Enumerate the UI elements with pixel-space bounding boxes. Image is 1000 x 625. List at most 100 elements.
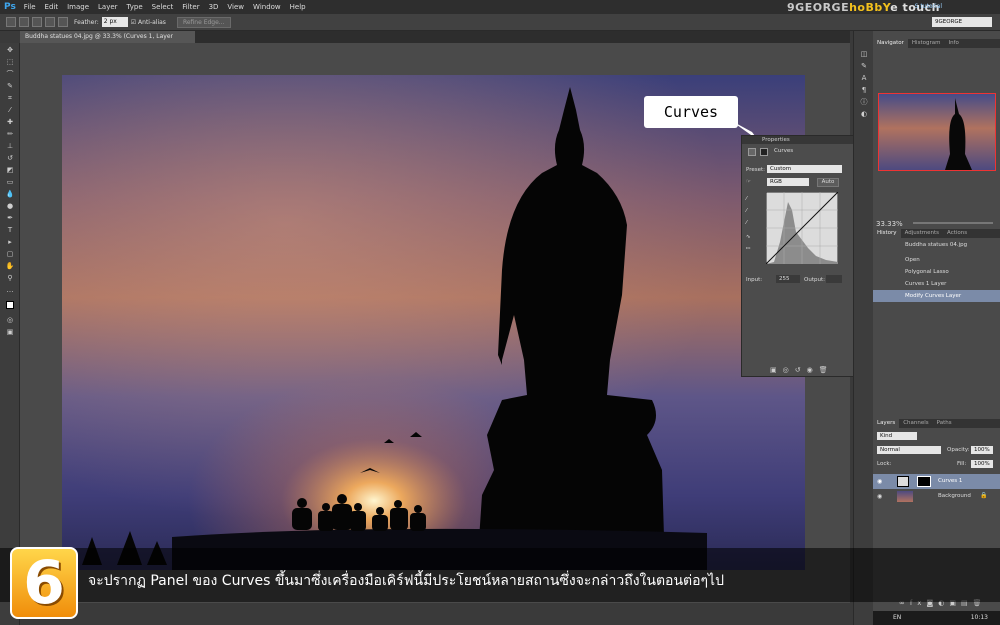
screen-mode-icon[interactable]: ▣ xyxy=(3,327,17,337)
menu-layer[interactable]: Layer xyxy=(98,3,118,11)
brush-icon[interactable]: ✎ xyxy=(857,61,871,71)
menu-help[interactable]: Help xyxy=(290,3,306,11)
zoom-tool-icon[interactable]: ⚲ xyxy=(3,273,17,283)
tab-channels[interactable]: Channels xyxy=(899,419,932,428)
blur-tool-icon[interactable]: 💧 xyxy=(3,189,17,199)
clone-stamp-icon[interactable]: ⊥ xyxy=(3,141,17,151)
navigator-zoom[interactable]: 33.33% xyxy=(876,220,903,228)
new-selection-icon[interactable] xyxy=(19,17,29,27)
channel-select[interactable]: RGB xyxy=(767,178,809,186)
visibility-eye-icon[interactable]: ◉ xyxy=(877,493,882,500)
document-tab[interactable]: Buddha statues 04.jpg @ 33.3% (Curves 1,… xyxy=(20,31,195,52)
move-tool-icon[interactable]: ✥ xyxy=(3,45,17,55)
refine-edge-button[interactable]: Refine Edge... xyxy=(176,16,231,28)
info-icon[interactable]: ⓘ xyxy=(857,97,871,107)
history-snapshot[interactable]: Buddha statues 04.jpg xyxy=(873,239,1000,251)
lasso-tool-icon[interactable] xyxy=(6,17,16,27)
opacity-input[interactable]: 100% xyxy=(971,446,993,454)
tab-info[interactable]: Info xyxy=(944,39,962,48)
dodge-tool-icon[interactable]: ● xyxy=(3,201,17,211)
visibility-eye-icon[interactable]: ◉ xyxy=(877,478,882,485)
menu-filter[interactable]: Filter xyxy=(182,3,199,11)
right-panels: Navigator Histogram Info 33.33% History … xyxy=(873,31,1000,625)
layers-tabs: Layers Channels Paths xyxy=(873,419,1000,428)
tab-layers[interactable]: Layers xyxy=(873,419,900,428)
sample-gray-icon[interactable]: ⁄ xyxy=(746,208,747,214)
workspace-select[interactable]: 9GEORGE xyxy=(932,17,992,27)
paragraph-icon[interactable]: ¶ xyxy=(857,85,871,95)
kind-filter[interactable]: Kind xyxy=(877,432,917,440)
intersect-selection-icon[interactable] xyxy=(58,17,68,27)
curve-point-icon[interactable]: ∿ xyxy=(746,234,751,240)
feather-input[interactable]: 2 px xyxy=(101,17,128,27)
adjustments-icon[interactable]: ◐ xyxy=(857,109,871,119)
tab-histogram[interactable]: Histogram xyxy=(908,39,945,48)
color-swatches-icon[interactable] xyxy=(3,297,17,313)
properties-footer-icons[interactable]: ▣◎↺◉🗑 xyxy=(770,366,834,374)
history-item[interactable]: Polygonal Lasso xyxy=(873,266,1000,278)
layer-mask-thumbnail[interactable] xyxy=(917,476,931,487)
layer-mask-icon[interactable] xyxy=(760,148,768,156)
curves-callout: Curves xyxy=(644,96,738,128)
auto-button[interactable]: Auto xyxy=(817,178,839,187)
sample-white-icon[interactable]: ⁄ xyxy=(746,220,747,226)
tab-history[interactable]: History xyxy=(873,229,901,238)
menu-file[interactable]: File xyxy=(24,3,36,11)
curves-graph[interactable] xyxy=(766,192,838,264)
preset-select[interactable]: Custom xyxy=(767,165,842,173)
input-value[interactable]: 255 xyxy=(776,275,800,283)
history-item[interactable]: Curves 1 Layer xyxy=(873,278,1000,290)
type-tool-icon[interactable]: T xyxy=(3,225,17,235)
quick-mask-icon[interactable]: ◎ xyxy=(3,315,17,325)
pencil-draw-icon[interactable]: ✏ xyxy=(746,246,751,252)
menu-type[interactable]: Type xyxy=(127,3,143,11)
subtract-selection-icon[interactable] xyxy=(45,17,55,27)
menu-edit[interactable]: Edit xyxy=(45,3,59,11)
crop-tool-icon[interactable]: ⌗ xyxy=(3,93,17,103)
curves-adjustment-icon xyxy=(748,148,756,156)
brush-tool-icon[interactable]: ✏ xyxy=(3,129,17,139)
document-canvas[interactable] xyxy=(62,75,805,570)
opacity-label: Opacity: xyxy=(947,447,970,453)
properties-title: Properties xyxy=(742,136,853,144)
lasso-tool-icon[interactable]: ⌒ xyxy=(3,69,17,79)
history-item[interactable]: Open xyxy=(873,254,1000,266)
add-selection-icon[interactable] xyxy=(32,17,42,27)
character-icon[interactable]: A xyxy=(857,73,871,83)
tab-adjustments[interactable]: Adjustments xyxy=(901,229,943,238)
menu-view[interactable]: View xyxy=(227,3,244,11)
quick-select-icon[interactable]: ✎ xyxy=(3,81,17,91)
sample-black-icon[interactable]: ⁄ xyxy=(746,196,747,202)
pen-tool-icon[interactable]: ✒ xyxy=(3,213,17,223)
shape-tool-icon[interactable]: ▢ xyxy=(3,249,17,259)
tab-actions[interactable]: Actions xyxy=(943,229,971,238)
menu-3d[interactable]: 3D xyxy=(209,3,219,11)
step-number-badge: 6 xyxy=(10,547,78,619)
on-image-adjust-icon[interactable]: ☞ xyxy=(746,179,756,185)
menu-image[interactable]: Image xyxy=(67,3,89,11)
blend-mode-select[interactable]: Normal xyxy=(877,446,941,454)
eraser-icon[interactable]: ◩ xyxy=(3,165,17,175)
zoom-slider[interactable] xyxy=(913,222,993,224)
menu-select[interactable]: Select xyxy=(152,3,174,11)
output-value[interactable] xyxy=(826,275,842,283)
path-select-icon[interactable]: ▸ xyxy=(3,237,17,247)
gradient-icon[interactable]: ▭ xyxy=(3,177,17,187)
healing-brush-icon[interactable]: ✚ xyxy=(3,117,17,127)
tab-navigator[interactable]: Navigator xyxy=(873,39,908,48)
more-tools-icon[interactable]: … xyxy=(3,285,17,295)
history-item-selected[interactable]: Modify Curves Layer xyxy=(873,290,1000,302)
marquee-tool-icon[interactable]: ⬚ xyxy=(3,57,17,67)
history-brush-icon[interactable]: ↺ xyxy=(3,153,17,163)
antialias-checkbox[interactable]: ☑ Anti-alias xyxy=(131,19,166,26)
tab-paths[interactable]: Paths xyxy=(933,419,956,428)
history-icon[interactable]: ◫ xyxy=(857,49,871,59)
eyedropper-icon[interactable]: ⁄ xyxy=(3,105,17,115)
menu-window[interactable]: Window xyxy=(253,3,281,11)
panel-icon-strip: ◫ ✎ A ¶ ⓘ ◐ xyxy=(853,31,873,625)
navigator-thumbnail[interactable] xyxy=(878,93,996,171)
language-indicator[interactable]: EN xyxy=(893,614,901,621)
hand-tool-icon[interactable]: ✋ xyxy=(3,261,17,271)
layer-row-curves[interactable]: Curves 1 xyxy=(873,474,1000,489)
fill-input[interactable]: 100% xyxy=(971,460,993,468)
